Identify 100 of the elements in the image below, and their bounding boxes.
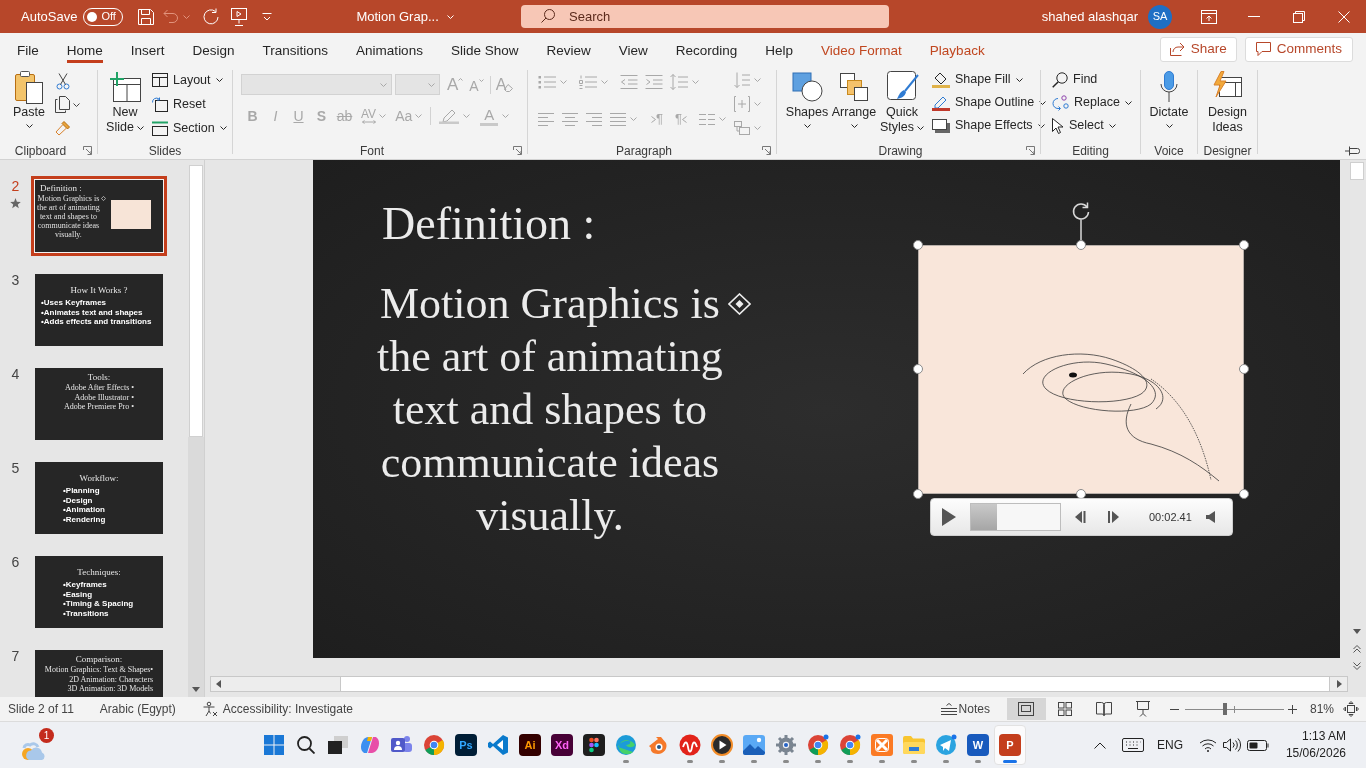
- resize-handle[interactable]: [1076, 240, 1086, 250]
- zoom-slider-thumb[interactable]: [1222, 703, 1227, 715]
- step-forward-button[interactable]: [1108, 511, 1119, 523]
- double-chevron-down-icon: [1353, 661, 1361, 670]
- scrollbar-thumb[interactable]: [189, 165, 203, 437]
- ribbon-tab[interactable]: Home: [54, 35, 115, 65]
- taskbar-app[interactable]: Ai: [514, 725, 546, 765]
- shape-effects-button[interactable]: Shape Effects: [930, 114, 1050, 137]
- scrollbar-thumb[interactable]: [340, 677, 1330, 691]
- ribbon-tab[interactable]: View: [606, 35, 660, 65]
- find-button[interactable]: Find: [1050, 68, 1135, 91]
- notes-button[interactable]: Notes: [940, 700, 990, 718]
- zoom-in-button[interactable]: [1286, 704, 1299, 714]
- caret-down-icon: [478, 78, 484, 82]
- scrollbar-thumb[interactable]: [1350, 162, 1364, 180]
- user-avatar[interactable]: SA: [1148, 4, 1172, 29]
- caret-icon: [428, 82, 435, 87]
- ribbon-tab[interactable]: Review: [534, 35, 603, 65]
- step-back-button[interactable]: [1075, 511, 1086, 523]
- caret-icon: [415, 114, 423, 118]
- resize-handle[interactable]: [913, 240, 923, 250]
- new-slide-button[interactable]: New Slide: [104, 68, 146, 142]
- view-button[interactable]: [1006, 698, 1046, 720]
- slide-thumbnail[interactable]: Tools: Adobe After Effects • Adobe Illustrator • Adobe Premiere Pro •: [35, 368, 163, 440]
- browser-icon: [807, 734, 829, 756]
- ribbon-tab[interactable]: File: [5, 35, 51, 65]
- ribbon-tab[interactable]: Slide Show: [438, 35, 531, 65]
- shapes-button[interactable]: Shapes: [787, 68, 827, 142]
- caret-up-icon: [458, 77, 464, 81]
- group-label: Clipboard: [14, 142, 67, 160]
- slide-thumbnail[interactable]: Workflow: •Planning •Design •Animation •Rendering: [35, 462, 163, 534]
- comments-button[interactable]: Comments: [1244, 36, 1353, 62]
- play-icon: [942, 508, 956, 526]
- resize-handle[interactable]: [1239, 364, 1249, 374]
- thumbnail-title: Comparison:: [75, 654, 123, 664]
- select-button[interactable]: Select: [1050, 114, 1135, 137]
- quick-styles-button[interactable]: Quick Styles: [880, 68, 924, 142]
- shape-fill-button[interactable]: Shape Fill: [930, 68, 1050, 91]
- dialog-launcher-icon[interactable]: [513, 146, 522, 155]
- slide-thumbnail[interactable]: How It Works ? •Uses Keyframes •Animates text and shapes •Adds effects and transitions: [35, 274, 163, 346]
- ribbon-tab[interactable]: Insert: [118, 35, 177, 65]
- thumbnail-bullet: •Timing & Spacing: [63, 599, 134, 609]
- app-tile-icon: W: [967, 734, 989, 756]
- taskbar-app[interactable]: Xd: [546, 725, 578, 765]
- caret-icon: [136, 125, 144, 130]
- caret-icon: [215, 78, 223, 82]
- media-player-icon: [711, 734, 733, 756]
- diamond-icon: [727, 293, 751, 315]
- ribbon-tab[interactable]: Playback: [917, 35, 997, 65]
- search-field[interactable]: Search: [521, 5, 889, 28]
- replace-button[interactable]: Replace: [1050, 91, 1135, 114]
- taskbar-app[interactable]: W: [962, 725, 994, 765]
- resize-handle[interactable]: [1239, 489, 1249, 499]
- collapse-ribbon-button[interactable]: [1345, 146, 1360, 156]
- resize-handle[interactable]: [913, 364, 923, 374]
- section-button[interactable]: Section: [150, 116, 230, 140]
- thumbnail-bullet: •Design: [63, 495, 93, 505]
- taskbar-app[interactable]: P: [994, 725, 1026, 765]
- copy-button[interactable]: [52, 93, 80, 116]
- scissors-icon: [56, 73, 70, 90]
- dialog-launcher-icon[interactable]: [83, 146, 92, 155]
- arrange-button[interactable]: Arrange: [831, 68, 877, 142]
- ribbon-tab[interactable]: Design: [180, 35, 247, 65]
- dictate-button[interactable]: Dictate: [1149, 68, 1189, 142]
- text-direction-icon: [734, 72, 750, 88]
- shape-outline-button[interactable]: Shape Outline: [930, 91, 1050, 114]
- resize-handle[interactable]: [913, 489, 923, 499]
- taskbar-app[interactable]: Ps: [450, 725, 482, 765]
- caret-icon: [219, 126, 227, 130]
- weather-widget[interactable]: 1: [20, 728, 56, 762]
- zoom-slider[interactable]: [1184, 702, 1284, 716]
- ribbon-tab[interactable]: Animations: [344, 35, 435, 65]
- user-name: shahed alashqar: [1041, 7, 1138, 26]
- play-button[interactable]: [942, 508, 956, 526]
- dialog-launcher-icon[interactable]: [1026, 146, 1035, 155]
- taskbar-clock[interactable]: 1:13 AM 15/06/2026: [1285, 728, 1346, 762]
- fit-to-window-button[interactable]: [1343, 701, 1359, 717]
- fit-to-window-icon: [1343, 701, 1359, 717]
- design-ideas-button[interactable]: Design Ideas: [1208, 68, 1247, 142]
- ribbon-tab[interactable]: Transitions: [250, 35, 341, 65]
- replace-icon: [1052, 94, 1069, 111]
- group-label: Drawing: [878, 142, 923, 160]
- resize-handle[interactable]: [1239, 240, 1249, 250]
- ribbon-tab[interactable]: Help: [753, 35, 806, 65]
- reset-button[interactable]: Reset: [150, 92, 230, 116]
- ribbon-tab[interactable]: Recording: [663, 35, 750, 65]
- document-title-button[interactable]: Motion Grap...: [356, 4, 454, 29]
- share-button[interactable]: Share: [1159, 36, 1237, 62]
- dialog-launcher-icon[interactable]: [762, 146, 771, 155]
- slide-thumbnail[interactable]: Techniques: •Keyframes •Easing •Timing & Spacing •Transitions: [35, 556, 163, 628]
- paste-button[interactable]: Paste: [9, 68, 49, 142]
- share-icon: [1169, 42, 1185, 56]
- slide-thumbnail[interactable]: Comparison: Motion Graphics: Text & Shapes• 2D Animation: Characters 3D Animation: 3D Models: [35, 650, 163, 697]
- scroll-down-button[interactable]: [188, 681, 204, 697]
- slide-thumbnail[interactable]: Definition : Motion Graphics is the art of animating text and shapes to communicate ideas visually.: [35, 180, 163, 252]
- ribbon-tab[interactable]: Video Format: [809, 35, 914, 65]
- volume-button[interactable]: [1205, 511, 1215, 523]
- layout-button[interactable]: Layout: [150, 68, 230, 92]
- seek-track[interactable]: [970, 503, 1061, 531]
- accessibility-button[interactable]: Accessibility: Investigate: [201, 700, 353, 718]
